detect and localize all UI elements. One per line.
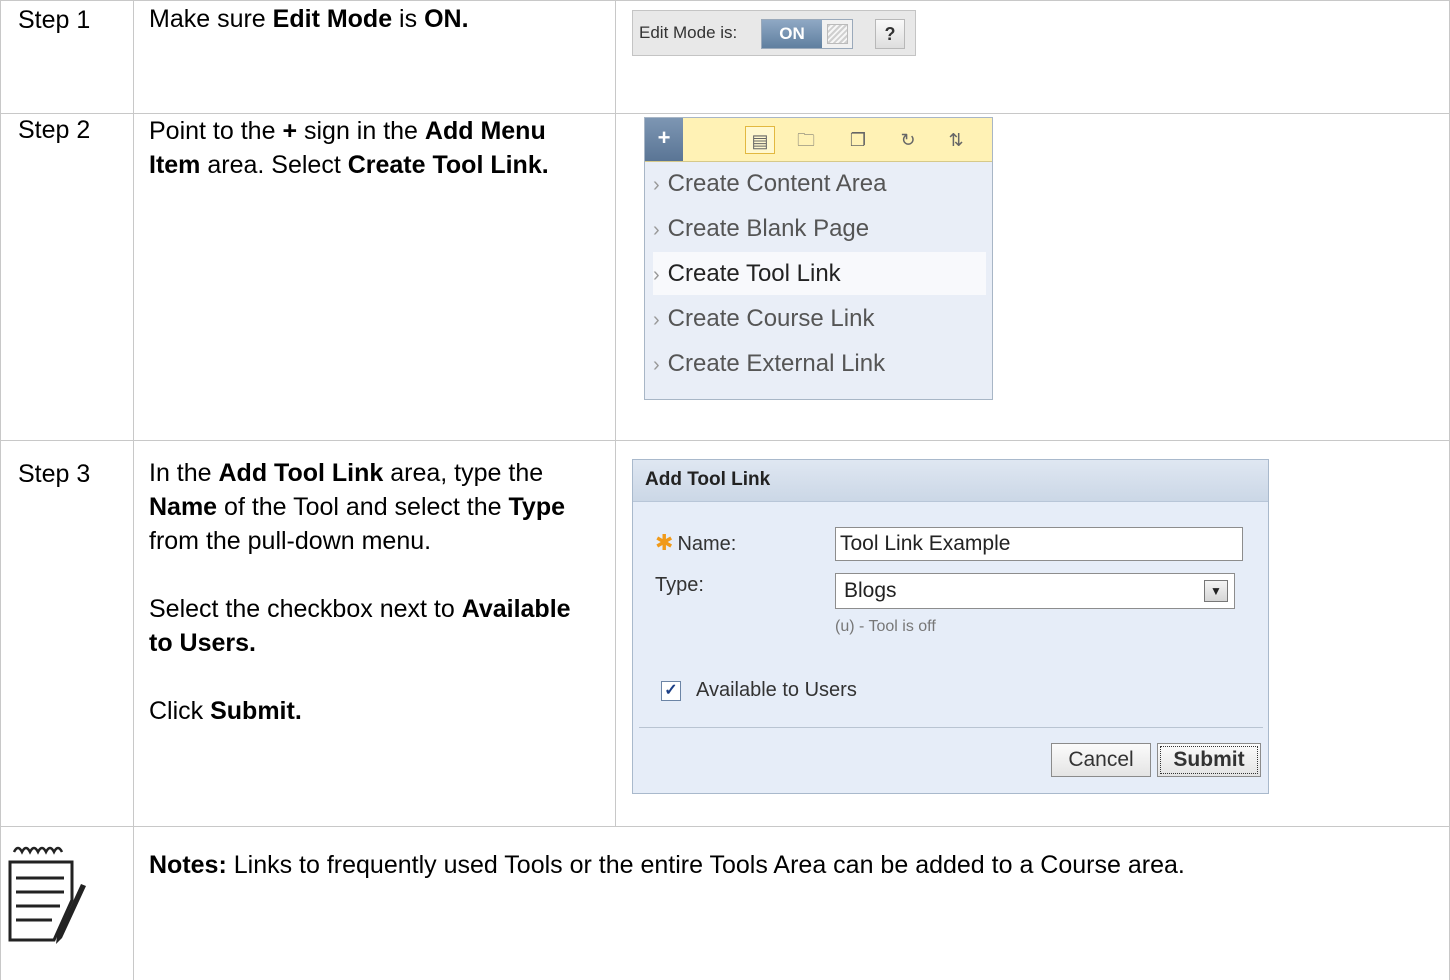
edit-mode-bar: Edit Mode is: ON ? — [632, 10, 916, 56]
cancel-button[interactable]: Cancel — [1051, 743, 1151, 777]
toggle-grip-icon — [827, 24, 848, 44]
type-hint: (u) - Tool is off — [835, 618, 936, 635]
type-select-value: Blogs — [844, 579, 897, 602]
menu-item-label: Create Blank Page — [667, 215, 870, 242]
menu-item[interactable]: › Create Blank Page — [653, 207, 986, 250]
table-border-left — [0, 0, 1, 980]
add-menu-plus-button[interactable]: + — [645, 118, 683, 161]
edit-mode-label: Edit Mode is: — [639, 23, 738, 42]
sort-icon[interactable]: ⇅ — [941, 126, 971, 154]
notepad-icon — [8, 846, 86, 944]
step-1-instructions: Make sure Edit Mode is ON. — [149, 5, 469, 33]
help-button[interactable]: ? — [875, 19, 905, 49]
step-3-instructions: In the Add Tool Link area, type the Name… — [149, 459, 571, 725]
submit-button[interactable]: Submit — [1157, 743, 1261, 777]
chevron-right-icon: › — [653, 309, 660, 331]
menu-item[interactable]: › Create Course Link — [653, 297, 986, 340]
folder-icon[interactable]: 🗀 — [791, 126, 821, 154]
column-divider-1 — [133, 0, 134, 980]
step-3-label: Step 3 — [18, 460, 91, 488]
menu-item[interactable]: › Create Content Area — [653, 162, 986, 205]
notes-body: Links to frequently used Tools or the en… — [226, 851, 1185, 879]
available-to-users-label: Available to Users — [696, 679, 857, 701]
available-to-users-checkbox[interactable]: ✓ — [661, 681, 681, 701]
chevron-right-icon: › — [653, 354, 660, 376]
row-divider-2 — [0, 440, 1450, 441]
edit-mode-state: ON — [762, 20, 822, 48]
window-icon[interactable]: ❐ — [843, 126, 873, 154]
menu-item-label: Create Tool Link — [667, 260, 841, 287]
step-2-label: Step 2 — [18, 116, 91, 144]
form-divider — [639, 727, 1263, 728]
type-label: Type: — [655, 574, 704, 596]
add-menu-toolbar: + ▤ 🗀 ❐ ↻ ⇅ — [645, 118, 992, 162]
chevron-down-icon[interactable]: ▼ — [1204, 580, 1228, 602]
menu-item-label: Create Course Link — [667, 305, 875, 332]
name-label-text: Name: — [677, 533, 737, 555]
refresh-icon[interactable]: ↻ — [893, 126, 923, 154]
chevron-right-icon: › — [653, 264, 660, 286]
add-tool-link-title: Add Tool Link — [633, 460, 1268, 502]
chevron-right-icon: › — [653, 219, 660, 241]
column-divider-2 — [615, 0, 616, 826]
name-input[interactable]: Tool Link Example — [835, 527, 1243, 561]
table-border-top — [0, 0, 1450, 1]
menu-item[interactable]: › Create Tool Link — [653, 252, 986, 295]
notes-label: Notes: — [149, 851, 227, 879]
notes-text: Notes: Links to frequently used Tools or… — [149, 851, 1185, 880]
step-2-instructions: Point to the + sign in the Add Menu Item… — [149, 117, 549, 179]
menu-item-label: Create External Link — [667, 350, 886, 377]
type-select[interactable]: Blogs ▼ — [835, 573, 1235, 609]
name-label: ✱ Name: — [655, 530, 736, 556]
submit-button-label: Submit — [1160, 746, 1258, 774]
add-menu-item-dropdown: + ▤ 🗀 ❐ ↻ ⇅ › Create Content Area › Create … — [644, 117, 993, 400]
step-1-label: Step 1 — [18, 6, 91, 34]
row-divider-3 — [0, 826, 1450, 827]
list-icon[interactable]: ▤ — [745, 126, 775, 154]
edit-mode-toggle[interactable]: ON — [761, 19, 853, 49]
menu-item[interactable]: › Create External Link — [653, 342, 986, 385]
menu-item-label: Create Content Area — [667, 170, 887, 197]
add-tool-link-panel: Add Tool Link ✱ Name: Tool Link Example T… — [632, 459, 1269, 794]
chevron-right-icon: › — [653, 174, 660, 196]
required-star-icon: ✱ — [655, 530, 674, 555]
